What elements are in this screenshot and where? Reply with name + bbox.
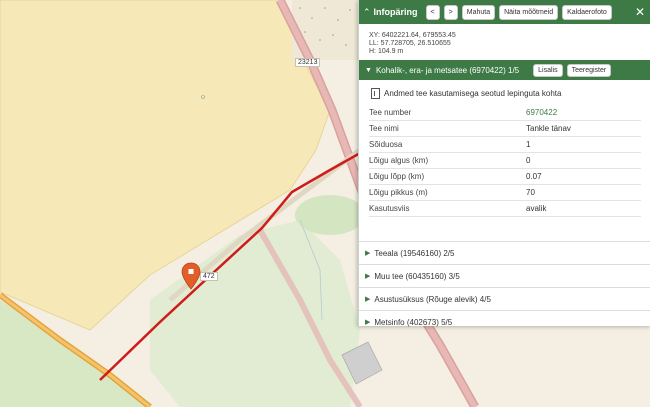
collapse-icon[interactable]: ⌃	[363, 7, 371, 18]
road-label: 23213	[295, 58, 321, 67]
show-measurements-button[interactable]: Näita mõõtmeid	[499, 4, 559, 20]
note: Andmed tee kasutamisega seotud lepinguta…	[359, 80, 650, 105]
road-register-button[interactable]: Teeregister	[566, 63, 612, 77]
caret-down-icon: ▼	[365, 66, 372, 74]
table-row: Lõigu algus (km) 0	[369, 152, 641, 169]
oblique-photo-button[interactable]: Kaldaerofoto	[562, 4, 612, 20]
section-road[interactable]: ▼ Kohalik-, era- ja metsatee (6970422) 1…	[359, 60, 650, 80]
close-icon[interactable]: ✕	[633, 5, 647, 19]
next-button[interactable]: >	[443, 4, 458, 20]
caret-right-icon: ▶	[365, 273, 371, 280]
coord-h: H: 104.9 m	[369, 48, 404, 55]
section-title: Asustusüksus (Rõuge alevik) 4/5	[374, 294, 491, 304]
attribute-value: 6970422	[526, 105, 641, 121]
labels-button[interactable]: Lisalis	[533, 63, 563, 77]
caret-right-icon: ▶	[365, 319, 371, 326]
table-row: Sõiduosa 1	[369, 136, 641, 153]
section-title: Teeala (19546160) 2/5	[374, 248, 455, 258]
attribute-key: Kasutusviis	[369, 200, 526, 217]
caret-right-icon: ▶	[365, 296, 371, 303]
attribute-key: Sõiduosa	[369, 136, 526, 153]
table-row: Lõigu lõpp (km) 0.07	[369, 168, 641, 185]
section-road-area[interactable]: ▶ Teeala (19546160) 2/5	[359, 241, 650, 264]
attribute-value: Tankle tänav	[526, 120, 641, 137]
attribute-table: Tee number 6970422 Tee nimi Tankle tänav Sõi…	[369, 105, 641, 217]
table-row: Lõigu pikkus (m) 70	[369, 184, 641, 201]
attribute-value: 0	[526, 152, 641, 169]
road-label: 472	[200, 272, 218, 281]
note-text: Andmed tee kasutamisega seotud lepinguta…	[384, 89, 562, 98]
coord-ll: LL: 57.728705, 26.510655	[369, 40, 451, 47]
table-row: Tee nimi Tankle tänav	[369, 120, 641, 137]
attribute-key: Lõigu lõpp (km)	[369, 168, 526, 185]
section-title: Kohalik-, era- ja metsatee (6970422) 1/5	[375, 65, 520, 75]
fit-button[interactable]: Mahuta	[461, 4, 496, 20]
forest-area-mid	[295, 195, 365, 235]
collapsed-sections: ▶ Teeala (19546160) 2/5 ▶ Muu tee (60435…	[359, 241, 650, 333]
section-forest-info[interactable]: ▶ Metsinfo (402673) 5/5	[359, 310, 650, 333]
section-other-road[interactable]: ▶ Muu tee (60435160) 3/5	[359, 264, 650, 287]
attribute-key: Tee number	[369, 105, 526, 121]
attribute-key: Tee nimi	[369, 120, 526, 137]
table-row: Kasutusviis avalik	[369, 200, 641, 217]
coord-xy: XY: 6402221.64, 679553.45	[369, 32, 456, 39]
prev-button[interactable]: <	[425, 4, 440, 20]
location-pin-icon[interactable]	[181, 262, 201, 290]
panel-title: Infopäring	[373, 7, 418, 17]
attribute-value: 0.07	[526, 168, 641, 185]
attribute-value: 1	[526, 136, 641, 153]
attribute-value: 70	[526, 184, 641, 201]
attribute-key: Lõigu pikkus (m)	[369, 184, 526, 201]
section-settlement[interactable]: ▶ Asustusüksus (Rõuge alevik) 4/5	[359, 287, 650, 310]
info-panel: ⌃ Infopäring < > Mahuta Näita mõõtmeid K…	[358, 0, 650, 327]
attribute-key: Lõigu algus (km)	[369, 152, 526, 169]
caret-right-icon: ▶	[365, 250, 371, 257]
document-icon	[371, 88, 380, 99]
attribute-value: avalik	[526, 200, 641, 217]
table-row: Tee number 6970422	[369, 105, 641, 121]
section-title: Muu tee (60435160) 3/5	[374, 271, 460, 281]
section-title: Metsinfo (402673) 5/5	[374, 317, 453, 327]
coordinates: XY: 6402221.64, 679553.45 LL: 57.728705,…	[359, 24, 650, 60]
panel-header: ⌃ Infopäring < > Mahuta Näita mõõtmeid K…	[359, 0, 650, 24]
road-number-link[interactable]: 6970422	[526, 108, 557, 117]
